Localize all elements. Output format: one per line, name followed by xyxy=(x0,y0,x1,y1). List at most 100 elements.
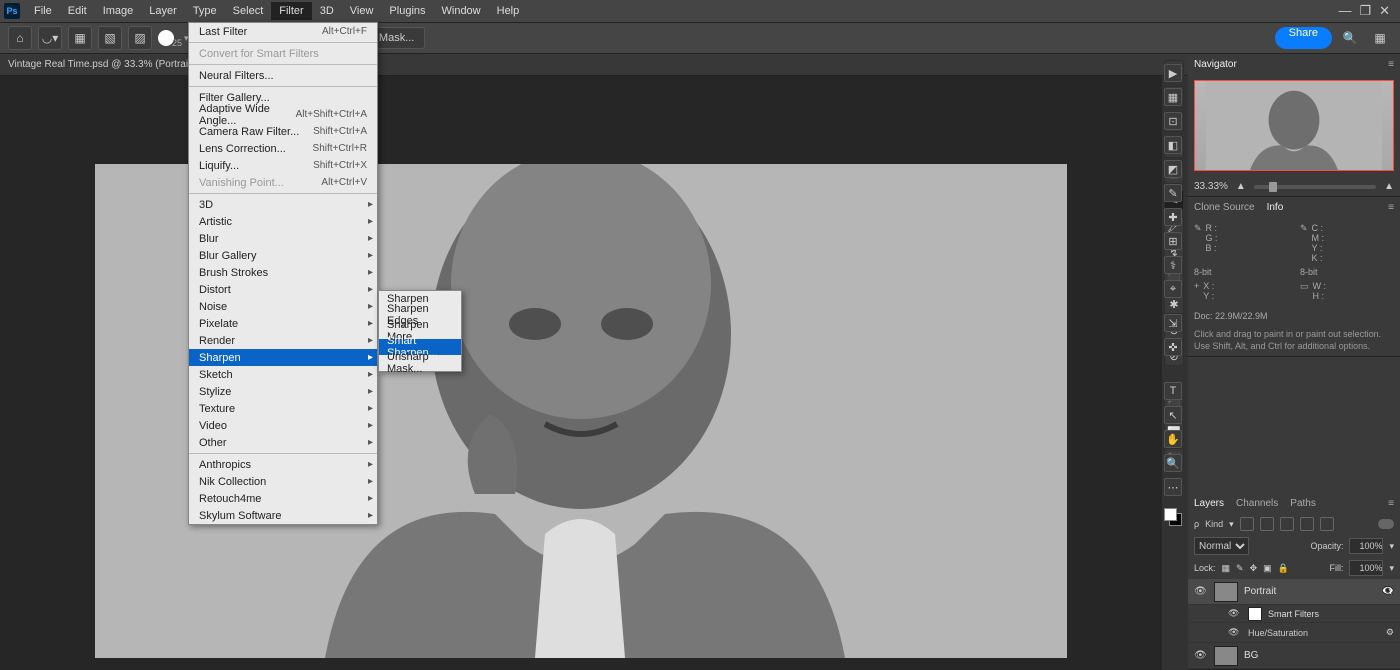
filter-toggle[interactable] xyxy=(1378,519,1394,529)
filter-pixel-icon[interactable] xyxy=(1240,517,1254,531)
filter-smart-icon[interactable] xyxy=(1320,517,1334,531)
blend-mode-select[interactable]: Normal xyxy=(1194,537,1249,555)
filter-item-video[interactable]: Video xyxy=(189,417,377,434)
layer-thumb[interactable] xyxy=(1214,582,1238,602)
filter-item-stylize[interactable]: Stylize xyxy=(189,383,377,400)
menu-edit[interactable]: Edit xyxy=(60,2,95,20)
menu-select[interactable]: Select xyxy=(225,2,272,20)
paths-tab[interactable]: Paths xyxy=(1290,498,1316,509)
share-button[interactable]: Share xyxy=(1275,27,1332,49)
filter-item-camera-raw-filter-[interactable]: Camera Raw Filter...Shift+Ctrl+A xyxy=(189,123,377,140)
menu-layer[interactable]: Layer xyxy=(141,2,185,20)
navigator-thumbnail[interactable] xyxy=(1194,80,1394,171)
filter-item-retouch4me[interactable]: Retouch4me xyxy=(189,490,377,507)
tool-4[interactable]: ◩ xyxy=(1164,160,1182,178)
filter-settings-icon[interactable]: ⚙ xyxy=(1386,627,1394,638)
mode-subtract-icon[interactable]: ▧ xyxy=(98,26,122,50)
menu-view[interactable]: View xyxy=(342,2,382,20)
minimize-button[interactable]: — xyxy=(1338,3,1351,19)
visibility-icon[interactable]: 👁 xyxy=(1194,650,1208,661)
filter-item-blur-gallery[interactable]: Blur Gallery xyxy=(189,247,377,264)
tool-5[interactable]: ✎ xyxy=(1164,184,1182,202)
lock-transparent-icon[interactable]: ▦ xyxy=(1222,563,1231,574)
lock-all-icon[interactable]: 🔒 xyxy=(1278,563,1289,574)
filter-item-anthropics[interactable]: Anthropics xyxy=(189,456,377,473)
panel-menu-icon[interactable]: ≡ xyxy=(1388,498,1394,509)
tool-17[interactable]: ✋ xyxy=(1164,430,1182,448)
lock-position-icon[interactable]: ✥ xyxy=(1250,563,1258,574)
mode-add-icon[interactable]: ▦ xyxy=(68,26,92,50)
tool-preset-picker[interactable]: ◡▾ xyxy=(38,26,62,50)
menu-help[interactable]: Help xyxy=(489,2,528,20)
tool-19[interactable]: ⋯ xyxy=(1164,478,1182,496)
filter-item-artistic[interactable]: Artistic xyxy=(189,213,377,230)
filter-item-sharpen[interactable]: Sharpen xyxy=(189,349,377,366)
workspace-icon[interactable]: ▦ xyxy=(1368,26,1392,50)
tool-3[interactable]: ◧ xyxy=(1164,136,1182,154)
filter-item-skylum-software[interactable]: Skylum Software xyxy=(189,507,377,524)
menu-plugins[interactable]: Plugins xyxy=(381,2,433,20)
tool-12[interactable]: ✜ xyxy=(1164,338,1182,356)
filter-item-noise[interactable]: Noise xyxy=(189,298,377,315)
layer-thumb[interactable] xyxy=(1214,646,1238,666)
menu-image[interactable]: Image xyxy=(95,2,142,20)
menu-3d[interactable]: 3D xyxy=(312,2,342,20)
sharpen-item-unsharp-mask-[interactable]: Unsharp Mask... xyxy=(379,355,461,371)
filter-item-pixelate[interactable]: Pixelate xyxy=(189,315,377,332)
filter-adjust-icon[interactable] xyxy=(1260,517,1274,531)
info-tab[interactable]: Info xyxy=(1267,202,1284,213)
menu-type[interactable]: Type xyxy=(185,2,225,20)
filter-item-last-filter[interactable]: Last FilterAlt+Ctrl+F xyxy=(189,23,377,40)
filter-item-distort[interactable]: Distort xyxy=(189,281,377,298)
filter-entry[interactable]: Hue/Saturation xyxy=(1248,628,1308,638)
panel-menu-icon[interactable]: ≡ xyxy=(1388,202,1394,213)
layers-tab[interactable]: Layers xyxy=(1194,498,1224,509)
visibility-icon[interactable]: 👁 xyxy=(1194,586,1208,597)
filter-item-liquify-[interactable]: Liquify...Shift+Ctrl+X xyxy=(189,157,377,174)
filter-item-3d[interactable]: 3D xyxy=(189,196,377,213)
filter-item-brush-strokes[interactable]: Brush Strokes xyxy=(189,264,377,281)
filter-item-blur[interactable]: Blur xyxy=(189,230,377,247)
home-icon[interactable]: ⌂ xyxy=(8,26,32,50)
channels-tab[interactable]: Channels xyxy=(1236,498,1278,509)
fg-bg-swatch[interactable] xyxy=(1164,508,1182,526)
tool-0[interactable]: ▶ xyxy=(1164,64,1182,82)
filter-shape-icon[interactable] xyxy=(1300,517,1314,531)
mode-intersect-icon[interactable]: ▨ xyxy=(128,26,152,50)
tool-11[interactable]: ⇲ xyxy=(1164,314,1182,332)
maximize-button[interactable]: ❐ xyxy=(1359,3,1371,19)
filter-type-icon[interactable] xyxy=(1280,517,1294,531)
filter-item-lens-correction-[interactable]: Lens Correction...Shift+Ctrl+R xyxy=(189,140,377,157)
zoom-in-icon[interactable]: ▲ xyxy=(1384,181,1394,192)
tool-9[interactable]: ⌖ xyxy=(1164,280,1182,298)
link-icon[interactable]: 👁‍🗨 xyxy=(1382,586,1394,597)
tool-6[interactable]: ✚ xyxy=(1164,208,1182,226)
search-icon[interactable]: 🔍 xyxy=(1338,26,1362,50)
tool-16[interactable]: ↖ xyxy=(1164,406,1182,424)
lock-image-icon[interactable]: ✎ xyxy=(1236,563,1244,574)
zoom-slider[interactable] xyxy=(1254,185,1376,189)
filter-item-other[interactable]: Other xyxy=(189,434,377,451)
filter-item-nik-collection[interactable]: Nik Collection xyxy=(189,473,377,490)
filter-item-sketch[interactable]: Sketch xyxy=(189,366,377,383)
menu-filter[interactable]: Filter xyxy=(271,2,311,20)
navigator-tab[interactable]: Navigator xyxy=(1194,59,1237,70)
tool-7[interactable]: ⊞ xyxy=(1164,232,1182,250)
filter-item-neural-filters-[interactable]: Neural Filters... xyxy=(189,67,377,84)
lock-artboard-icon[interactable]: ▣ xyxy=(1263,563,1272,574)
layer-row[interactable]: 👁Portrait👁‍🗨 xyxy=(1188,579,1400,605)
tool-2[interactable]: ⊡ xyxy=(1164,112,1182,130)
filter-item-adaptive-wide-angle-[interactable]: Adaptive Wide Angle...Alt+Shift+Ctrl+A xyxy=(189,106,377,123)
close-button[interactable]: ✕ xyxy=(1379,3,1390,19)
tool-15[interactable]: T xyxy=(1164,382,1182,400)
tool-18[interactable]: 🔍 xyxy=(1164,454,1182,472)
visibility-icon[interactable]: 👁 xyxy=(1228,608,1242,619)
filter-item-render[interactable]: Render xyxy=(189,332,377,349)
tool-8[interactable]: ⚕ xyxy=(1164,256,1182,274)
menu-window[interactable]: Window xyxy=(434,2,489,20)
zoom-value[interactable]: 33.33% xyxy=(1194,181,1228,192)
filter-item-texture[interactable]: Texture xyxy=(189,400,377,417)
clone-source-tab[interactable]: Clone Source xyxy=(1194,202,1255,213)
zoom-out-icon[interactable]: ▲ xyxy=(1236,181,1246,192)
fill-input[interactable] xyxy=(1349,560,1383,576)
